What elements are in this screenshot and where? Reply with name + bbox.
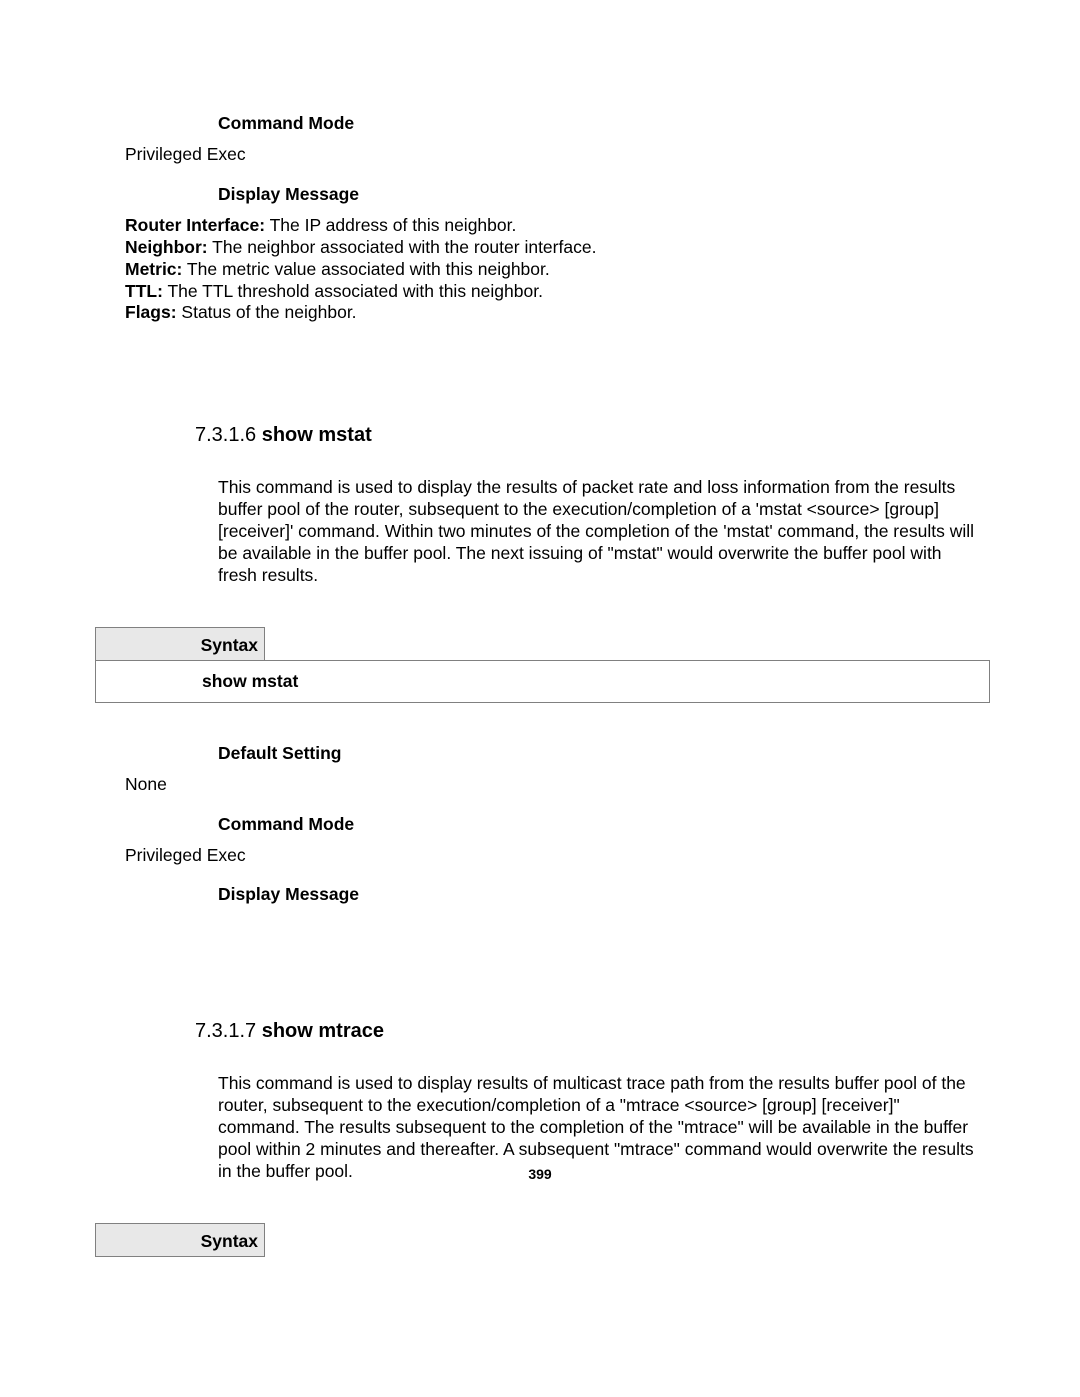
field-desc: The metric value associated with this ne… xyxy=(182,259,549,279)
default-setting-heading: Default Setting xyxy=(100,743,985,764)
syntax-label: Syntax xyxy=(95,1223,265,1257)
field-metric: Metric: The metric value associated with… xyxy=(125,259,985,281)
field-desc: The IP address of this neighbor. xyxy=(265,215,516,235)
field-label: Metric: xyxy=(125,259,182,279)
command-mode-value: Privileged Exec xyxy=(125,144,985,166)
page-number: 399 xyxy=(0,1166,1080,1182)
field-label: Neighbor: xyxy=(125,237,208,257)
field-label: Flags: xyxy=(125,302,177,322)
section-description: This command is used to display the resu… xyxy=(100,477,985,586)
syntax-block: Syntax show mstat xyxy=(95,627,990,703)
display-message-heading: Display Message xyxy=(100,884,985,905)
field-label: TTL: xyxy=(125,281,163,301)
syntax-label: Syntax xyxy=(95,627,265,661)
command-mode-heading: Command Mode xyxy=(100,814,985,835)
section-name: show mstat xyxy=(262,424,372,446)
document-page: Command Mode Privileged Exec Display Mes… xyxy=(0,0,1080,1257)
syntax-block: Syntax xyxy=(95,1223,990,1257)
field-router-interface: Router Interface: The IP address of this… xyxy=(125,215,985,237)
field-desc: The TTL threshold associated with this n… xyxy=(163,281,543,301)
syntax-command: show mstat xyxy=(95,660,990,703)
spacer xyxy=(100,915,985,1000)
field-label: Router Interface: xyxy=(125,215,265,235)
field-ttl: TTL: The TTL threshold associated with t… xyxy=(125,281,985,303)
default-setting-value: None xyxy=(125,774,985,796)
field-neighbor: Neighbor: The neighbor associated with t… xyxy=(125,237,985,259)
command-mode-heading: Command Mode xyxy=(100,113,985,134)
section-title-show-mstat: 7.3.1.6 show mstat xyxy=(100,424,985,447)
field-desc: Status of the neighbor. xyxy=(177,302,357,322)
display-message-fields: Router Interface: The IP address of this… xyxy=(100,215,985,324)
section-name: show mtrace xyxy=(262,1020,384,1042)
field-desc: The neighbor associated with the router … xyxy=(208,237,597,257)
field-flags: Flags: Status of the neighbor. xyxy=(125,302,985,324)
section-number: 7.3.1.6 xyxy=(195,424,262,446)
section-title-show-mtrace: 7.3.1.7 show mtrace xyxy=(100,1020,985,1043)
section-number: 7.3.1.7 xyxy=(195,1020,262,1042)
command-mode-value: Privileged Exec xyxy=(125,845,985,867)
display-message-heading: Display Message xyxy=(100,184,985,205)
